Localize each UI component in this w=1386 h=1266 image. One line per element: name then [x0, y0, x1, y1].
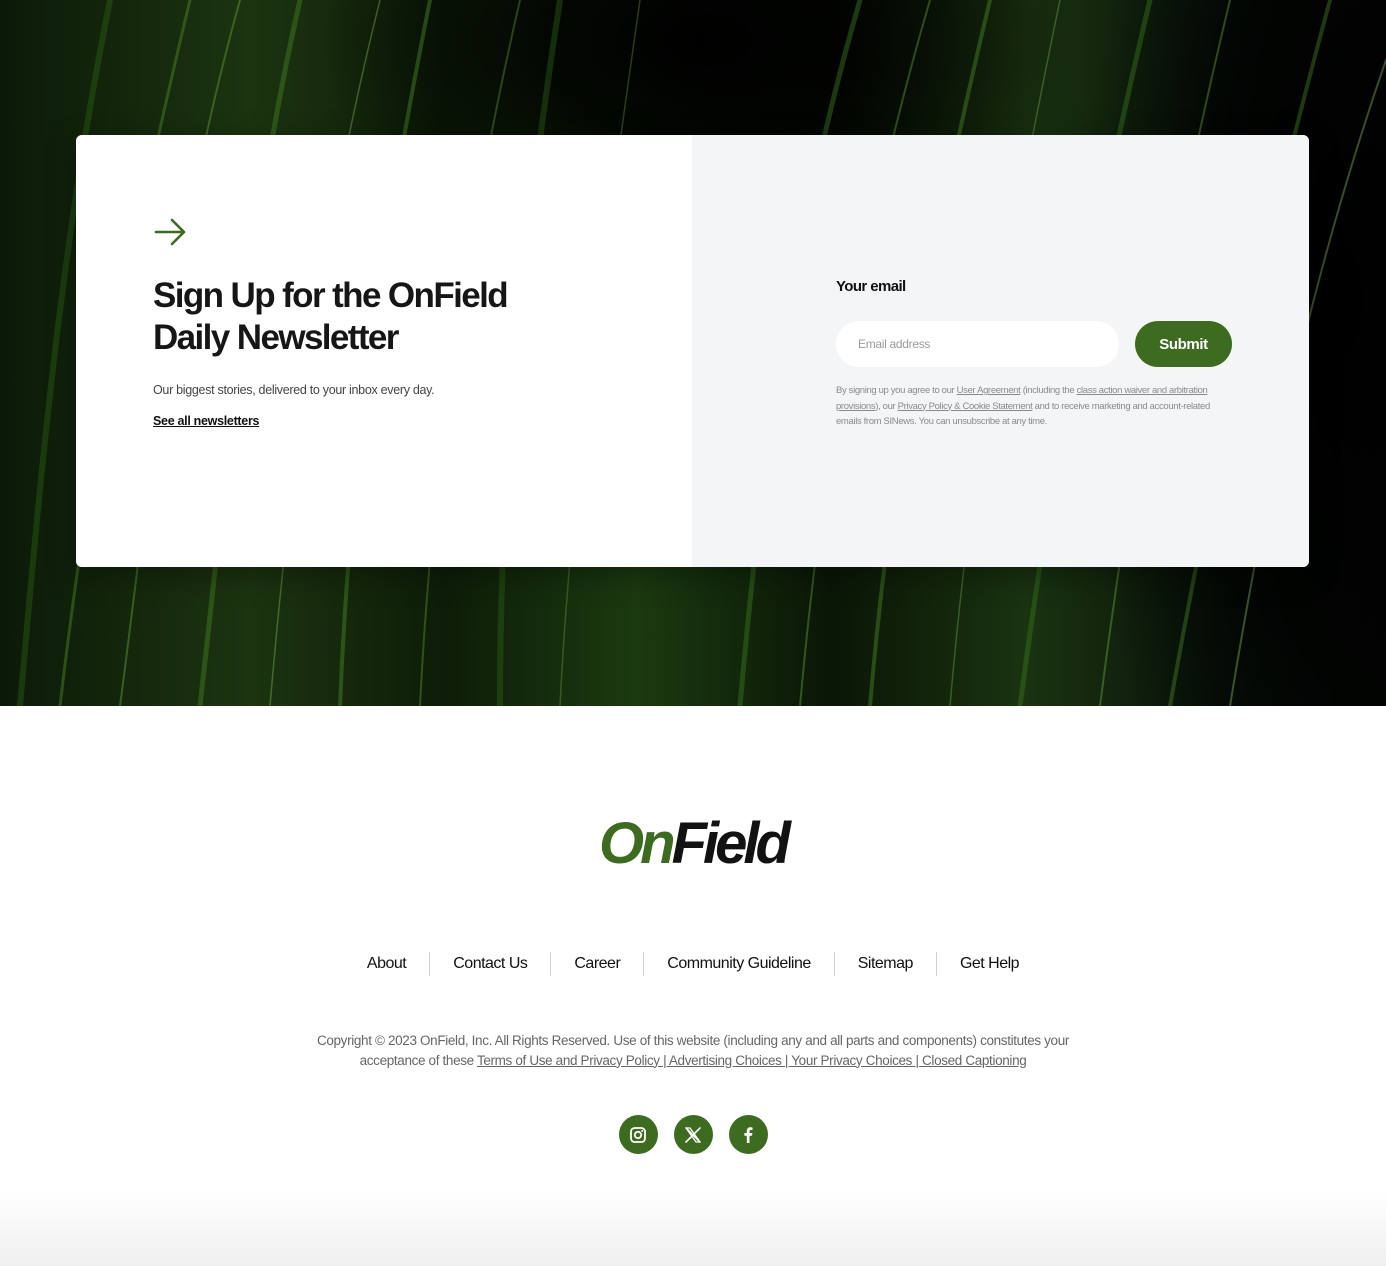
social-links [0, 1115, 1386, 1154]
onfield-logo[interactable]: OnField [0, 810, 1386, 877]
email-label: Your email [836, 278, 906, 295]
legal-text: (including the [1020, 385, 1077, 396]
footer-link-contact-us[interactable]: Contact Us [430, 955, 550, 973]
newsletter-form-panel: Your email Submit By signing up you agre… [692, 135, 1309, 567]
instagram-button[interactable] [618, 1115, 658, 1154]
privacy-policy-link[interactable]: Privacy Policy & Cookie Statement [898, 401, 1033, 412]
arrow-right-icon [154, 218, 186, 246]
facebook-button[interactable] [728, 1115, 768, 1154]
bottom-fade [0, 1190, 1386, 1266]
footer-nav: About Contact Us Career Community Guidel… [0, 952, 1386, 976]
footer-link-get-help[interactable]: Get Help [937, 955, 1042, 973]
footer-link-career[interactable]: Career [551, 955, 643, 973]
newsletter-headline: Sign Up for the OnField Daily Newsletter [153, 276, 509, 357]
newsletter-card: Sign Up for the OnField Daily Newsletter… [76, 135, 1309, 567]
see-all-newsletters-link[interactable]: See all newsletters [153, 414, 259, 428]
email-input[interactable] [836, 321, 1119, 367]
user-agreement-link[interactable]: User Agreement [957, 385, 1021, 396]
legal-disclaimer: By signing up you agree to our User Agre… [836, 383, 1220, 430]
x-icon [685, 1126, 701, 1143]
submit-button[interactable]: Submit [1135, 321, 1232, 367]
logo-field: Field [671, 811, 791, 876]
legal-text: By signing up you agree to our [836, 385, 957, 396]
terms-links[interactable]: Terms of Use and Privacy Policy | Advert… [477, 1053, 1027, 1068]
logo-on: On [599, 811, 676, 876]
facebook-icon [744, 1126, 753, 1143]
newsletter-info-panel: Sign Up for the OnField Daily Newsletter… [76, 135, 692, 567]
footer-link-sitemap[interactable]: Sitemap [835, 955, 936, 973]
newsletter-hero: Sign Up for the OnField Daily Newsletter… [0, 0, 1386, 706]
footer-link-about[interactable]: About [344, 955, 429, 973]
newsletter-subtext: Our biggest stories, delivered to your i… [153, 383, 435, 397]
x-button[interactable] [673, 1115, 713, 1154]
footer-link-community-guideline[interactable]: Community Guideline [644, 955, 833, 973]
legal-text: ), our [875, 400, 898, 412]
instagram-icon [630, 1126, 646, 1143]
copyright-notice: Copyright © 2023 OnField, Inc. All Right… [300, 1031, 1086, 1070]
